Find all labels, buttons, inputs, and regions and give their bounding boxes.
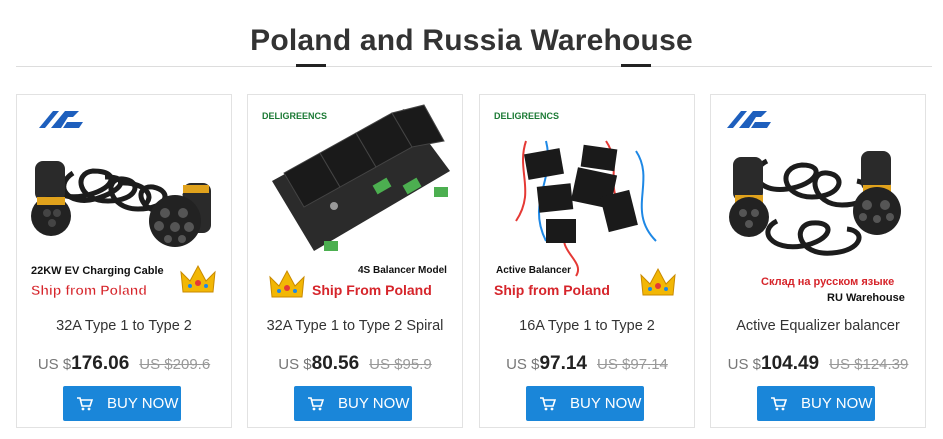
product-name[interactable]: Active Equalizer balancer — [711, 318, 925, 334]
image-caption: 4S Balancer Model — [358, 265, 447, 276]
original-price: US $95.9 — [369, 356, 432, 373]
currency: US $ — [278, 356, 312, 373]
ag-logo-icon — [39, 111, 83, 128]
product-name[interactable]: 32A Type 1 to Type 2 — [17, 318, 231, 334]
buy-now-label: BUY NOW — [801, 395, 873, 412]
promo-text: Ship from Poland — [31, 282, 147, 298]
original-price: US $209.6 — [139, 356, 211, 373]
cart-icon — [77, 397, 93, 411]
buy-now-button[interactable]: BUY NOW — [294, 386, 412, 421]
connector-left-icon — [729, 157, 769, 237]
sale-price: 80.56 — [311, 353, 360, 374]
product-image[interactable]: AG — [23, 101, 225, 307]
balancer-modules-image — [515, 140, 657, 277]
header-accent-left — [296, 64, 326, 67]
product-name[interactable]: 32A Type 1 to Type 2 Spiral — [248, 318, 462, 334]
price-line: US $176.06 US $209.6 — [17, 353, 231, 375]
sale-price: 97.14 — [539, 353, 587, 374]
original-price: US $97.14 — [597, 356, 668, 373]
buy-now-button[interactable]: BUY NOW — [526, 386, 644, 421]
crown-icon — [640, 267, 676, 296]
cart-icon — [308, 397, 324, 411]
brand-logo-text: DELIGREENCS — [262, 111, 327, 121]
currency: US $ — [506, 356, 540, 373]
sale-price: 104.49 — [761, 353, 820, 374]
price-line: US $80.56 US $95.9 — [248, 353, 462, 375]
image-caption: Склад на русском языке — [761, 276, 894, 288]
header-accent-right — [621, 64, 651, 67]
product-card[interactable]: DELIGREENCS 4S Balancer Model Ship From … — [247, 94, 463, 428]
connector-left-icon — [31, 161, 71, 236]
product-name[interactable]: 16A Type 1 to Type 2 — [480, 318, 694, 334]
promo-text: Ship from Poland — [494, 282, 610, 298]
brand-logo-text: DELIGREENCS — [494, 111, 559, 121]
section-header: Poland and Russia Warehouse — [0, 0, 943, 70]
buy-now-label: BUY NOW — [570, 395, 642, 412]
promo-text: Ship From Poland — [312, 282, 432, 298]
image-caption: 22KW EV Charging Cable — [31, 265, 164, 277]
currency: US $ — [727, 356, 761, 373]
product-image[interactable]: AG Склад на русск — [717, 101, 919, 307]
currency: US $ — [37, 356, 72, 373]
sale-price: 176.06 — [71, 353, 130, 374]
buy-now-button[interactable]: BUY NOW — [63, 386, 181, 421]
buy-now-button[interactable]: BUY NOW — [757, 386, 875, 421]
product-image[interactable]: DELIGREENCS 4S Balancer Model Ship From … — [254, 101, 456, 307]
price-line: US $104.49 US $124.39 — [711, 353, 925, 375]
price-line: US $97.14 US $97.14 — [480, 353, 694, 375]
product-card[interactable]: AG Склад на русск — [710, 94, 926, 428]
header-divider — [16, 66, 932, 67]
balancer-board-image — [272, 104, 450, 251]
image-caption: Active Balancer — [496, 265, 571, 276]
product-card[interactable]: AG — [16, 94, 232, 428]
cart-icon — [771, 397, 787, 411]
crown-icon — [180, 264, 216, 293]
spiral-cable-image — [754, 158, 872, 256]
buy-now-label: BUY NOW — [338, 395, 410, 412]
connector-right-icon — [149, 183, 211, 247]
crown-icon — [269, 269, 305, 298]
product-grid: AG — [0, 94, 943, 434]
cart-icon — [540, 397, 556, 411]
section-title: Poland and Russia Warehouse — [250, 24, 693, 57]
original-price: US $124.39 — [829, 356, 909, 373]
product-image[interactable]: DELIGREENCS Active Balancer Ship from Po… — [486, 101, 688, 307]
product-card[interactable]: DELIGREENCS Active Balancer Ship from Po… — [479, 94, 695, 428]
promo-text: RU Warehouse — [827, 292, 905, 304]
ag-logo-icon — [727, 111, 771, 128]
connector-right-icon — [853, 151, 901, 235]
buy-now-label: BUY NOW — [107, 395, 179, 412]
